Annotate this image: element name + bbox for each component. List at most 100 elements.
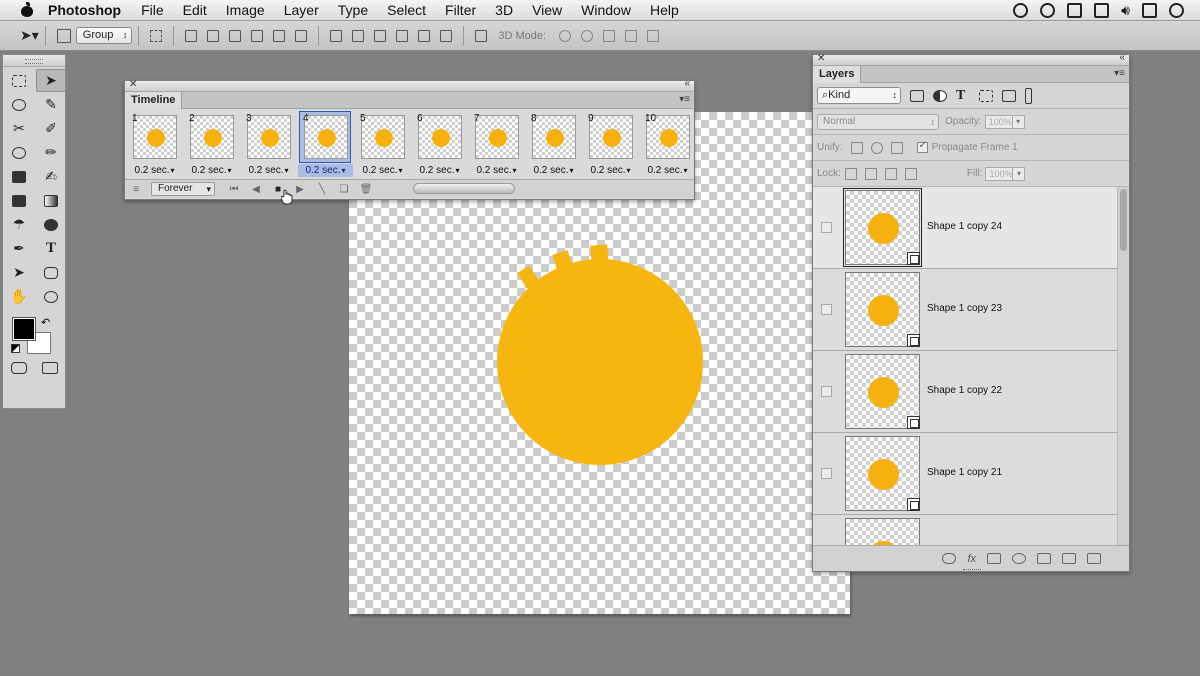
quick-mask-icon[interactable] (10, 362, 27, 374)
frame-delay-dropdown[interactable]: 0.2 sec. (127, 164, 182, 177)
swap-colors-icon[interactable]: ↶ (41, 316, 50, 329)
auto-select-dropdown[interactable]: Group (75, 27, 133, 44)
timeline-frame[interactable]: 2 0.2 sec. (184, 111, 239, 178)
loop-options-dropdown[interactable]: Forever (151, 182, 215, 196)
opacity-input[interactable]: 100% (984, 114, 1013, 129)
visibility-toggle[interactable] (821, 386, 832, 397)
layer-row[interactable]: Shape 1 copy 21 (813, 433, 1117, 515)
3d-rotate-icon[interactable] (559, 29, 572, 42)
unify-position-icon[interactable] (850, 141, 863, 154)
unify-style-icon[interactable] (890, 141, 903, 154)
frame-delay-dropdown[interactable]: 0.2 sec. (640, 164, 694, 177)
layer-row[interactable]: Shape 1 copy 23 (813, 269, 1117, 351)
tween-icon[interactable]: ╲ (311, 184, 333, 195)
menu-type[interactable]: Type (338, 2, 368, 18)
foreground-color-swatch[interactable] (12, 317, 36, 341)
volume-icon[interactable]: 🔊︎ (1121, 2, 1130, 19)
previous-frame-icon[interactable]: ◀ (245, 184, 267, 195)
smart-object-filter-icon[interactable] (1002, 89, 1016, 102)
menu-filter[interactable]: Filter (445, 2, 476, 18)
frame-delay-dropdown[interactable]: 0.2 sec. (469, 164, 524, 177)
time-machine-icon[interactable] (1040, 3, 1056, 18)
close-icon[interactable]: ✕ (817, 53, 825, 64)
tab-timeline[interactable]: Timeline (125, 92, 183, 109)
unify-visibility-icon[interactable] (870, 141, 883, 154)
display-icon[interactable] (1067, 3, 1083, 18)
frame-delay-dropdown[interactable]: 0.2 sec. (412, 164, 467, 177)
resize-grip[interactable] (963, 569, 981, 572)
timeline-frame[interactable]: 9 0.2 sec. (583, 111, 638, 178)
tools-panel-grip[interactable] (3, 55, 65, 67)
layer-list-scrollbar[interactable] (1117, 187, 1129, 546)
visibility-toggle[interactable] (821, 304, 832, 315)
duplicate-frame-icon[interactable]: ❏ (333, 184, 355, 195)
propagate-frame-checkbox[interactable] (916, 140, 928, 153)
new-layer-icon[interactable] (1062, 553, 1076, 564)
layer-name[interactable]: Shape 1 copy 21 (927, 467, 1002, 478)
panel-menu-icon[interactable]: ▾≡ (1114, 68, 1125, 79)
link-layers-icon[interactable] (942, 553, 957, 564)
close-icon[interactable]: ✕ (129, 79, 137, 90)
adjustment-filter-icon[interactable] (933, 89, 947, 102)
frame-delay-dropdown[interactable]: 0.2 sec. (184, 164, 239, 177)
crop-tool[interactable]: ✂ (4, 117, 34, 140)
scrollbar-thumb[interactable] (1120, 189, 1127, 251)
3d-scale-icon[interactable] (647, 29, 660, 42)
auto-align-icon[interactable] (475, 29, 488, 42)
quick-selection-tool[interactable]: ✎ (36, 93, 66, 116)
menu-file[interactable]: File (141, 2, 164, 18)
frame-delay-dropdown[interactable]: 0.2 sec. (355, 164, 410, 177)
type-tool[interactable]: T (36, 237, 66, 260)
distribute-hcenter-icon[interactable] (418, 29, 431, 42)
panel-menu-icon[interactable]: ▾≡ (679, 94, 690, 105)
dodge-tool[interactable] (36, 213, 66, 236)
spotlight-search-icon[interactable] (1169, 3, 1184, 18)
notification-icon[interactable] (1094, 3, 1110, 18)
default-colors-icon[interactable] (11, 344, 20, 353)
3d-slide-icon[interactable] (625, 29, 638, 42)
layer-name[interactable]: Shape 1 copy 22 (927, 385, 1002, 396)
timeline-title-bar[interactable]: ✕ « (125, 78, 694, 92)
timeline-frame[interactable]: 5 0.2 sec. (355, 111, 410, 178)
tab-layers[interactable]: Layers (813, 66, 862, 83)
menu-help[interactable]: Help (650, 2, 679, 18)
lock-all-icon[interactable] (904, 167, 917, 180)
opacity-dropdown-icon[interactable]: ▾ (1012, 114, 1025, 129)
align-right-icon[interactable] (295, 29, 308, 42)
fill-dropdown-icon[interactable]: ▾ (1013, 166, 1026, 181)
distribute-right-icon[interactable] (440, 29, 453, 42)
add-mask-icon[interactable] (987, 553, 1001, 564)
brush-tool[interactable]: ✏ (36, 141, 66, 164)
layer-row[interactable]: Shape 1 copy 22 (813, 351, 1117, 433)
frame-delay-dropdown[interactable]: 0.2 sec. (526, 164, 581, 177)
convert-to-video-icon[interactable]: ≡ (125, 184, 147, 195)
timeline-frame[interactable]: 4 0.2 sec. (298, 111, 353, 178)
lock-transparent-icon[interactable] (844, 167, 857, 180)
lock-pixels-icon[interactable] (864, 167, 877, 180)
hand-tool[interactable]: ✋ (4, 285, 34, 308)
layer-row[interactable] (813, 515, 1117, 546)
eyedropper-tool[interactable]: ✐ (36, 117, 66, 140)
move-tool[interactable]: ➤ (36, 69, 66, 92)
menu-window[interactable]: Window (581, 2, 631, 18)
first-frame-icon[interactable]: ⏮ (223, 184, 245, 195)
history-brush-tool[interactable]: ✍ (36, 165, 66, 188)
3d-roll-icon[interactable] (581, 29, 594, 42)
distribute-vcenter-icon[interactable] (352, 29, 365, 42)
gradient-tool[interactable] (36, 189, 66, 212)
lock-position-icon[interactable] (884, 167, 897, 180)
collapse-icon[interactable]: « (684, 78, 690, 89)
frame-delay-dropdown[interactable]: 0.2 sec. (298, 164, 353, 177)
frame-delay-dropdown[interactable]: 0.2 sec. (241, 164, 296, 177)
filter-toggle-icon[interactable] (1025, 87, 1032, 104)
menu-3d[interactable]: 3D (495, 2, 513, 18)
distribute-top-icon[interactable] (330, 29, 343, 42)
distribute-bottom-icon[interactable] (374, 29, 387, 42)
timeline-frame[interactable]: 10 0.2 sec. (640, 111, 694, 178)
creative-cloud-icon[interactable] (1013, 3, 1029, 18)
layer-name[interactable]: Shape 1 copy 23 (927, 303, 1002, 314)
new-group-icon[interactable] (1037, 553, 1051, 564)
layers-title-bar[interactable]: ✕ « (813, 52, 1129, 66)
timeline-frame[interactable]: 1 0.2 sec. (127, 111, 182, 178)
menu-edit[interactable]: Edit (183, 2, 207, 18)
